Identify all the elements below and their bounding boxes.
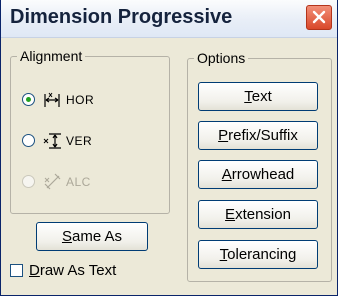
- extension-button[interactable]: Extension: [198, 200, 318, 229]
- radio-ver-label: VER: [66, 134, 93, 148]
- radio-alc[interactable]: ALC: [22, 172, 162, 194]
- prefix-suffix-button-label: refix/Suffix: [228, 127, 298, 144]
- draw-as-text-text: raw As Text: [39, 262, 117, 279]
- same-as-button-mnemonic: S: [61, 228, 72, 245]
- title-bar[interactable]: Dimension Progressive: [1, 0, 337, 38]
- window-title: Dimension Progressive: [10, 6, 233, 28]
- radio-hor-button[interactable]: [22, 93, 35, 106]
- aligned-dimension-icon: [44, 173, 61, 190]
- arrowhead-button-mnemonic: A: [221, 166, 232, 183]
- same-as-button-label: ame As: [71, 228, 123, 245]
- draw-as-text-mnemonic: D: [29, 262, 40, 279]
- text-button[interactable]: Text: [198, 82, 318, 111]
- vertical-dimension-icon: [43, 133, 61, 149]
- radio-ver-button[interactable]: [22, 134, 35, 147]
- horizontal-dimension-icon: [44, 92, 60, 107]
- radio-alc-button[interactable]: [22, 175, 35, 188]
- prefix-suffix-button-mnemonic: P: [218, 127, 229, 144]
- draw-as-text-checkbox[interactable]: [10, 264, 23, 277]
- arrowhead-button[interactable]: Arrowhead: [198, 160, 318, 189]
- close-button[interactable]: [306, 5, 332, 30]
- radio-hor[interactable]: HOR: [22, 90, 162, 112]
- options-group-label: Options: [194, 50, 249, 66]
- radio-hor-label: HOR: [66, 93, 95, 107]
- radio-ver[interactable]: VER: [22, 131, 162, 153]
- same-as-button[interactable]: Same As: [36, 222, 148, 251]
- extension-button-label: xtension: [235, 206, 291, 223]
- tolerancing-button[interactable]: Tolerancing: [198, 240, 318, 269]
- dimension-progressive-dialog: Dimension Progressive Alignment HOR VER …: [0, 0, 338, 296]
- close-icon: [312, 10, 326, 24]
- alignment-group-label: Alignment: [17, 48, 86, 64]
- tolerancing-button-label: olerancing: [227, 246, 297, 263]
- text-button-mnemonic: T: [244, 88, 252, 105]
- arrowhead-button-label: rrowhead: [231, 166, 295, 183]
- text-button-label: ext: [251, 88, 272, 105]
- prefix-suffix-button[interactable]: Prefix/Suffix: [198, 121, 318, 150]
- alignment-group: Alignment HOR VER ALC: [10, 48, 170, 214]
- draw-as-text-label[interactable]: Draw As Text: [29, 262, 116, 279]
- extension-button-mnemonic: E: [225, 206, 236, 223]
- radio-alc-label: ALC: [66, 175, 91, 189]
